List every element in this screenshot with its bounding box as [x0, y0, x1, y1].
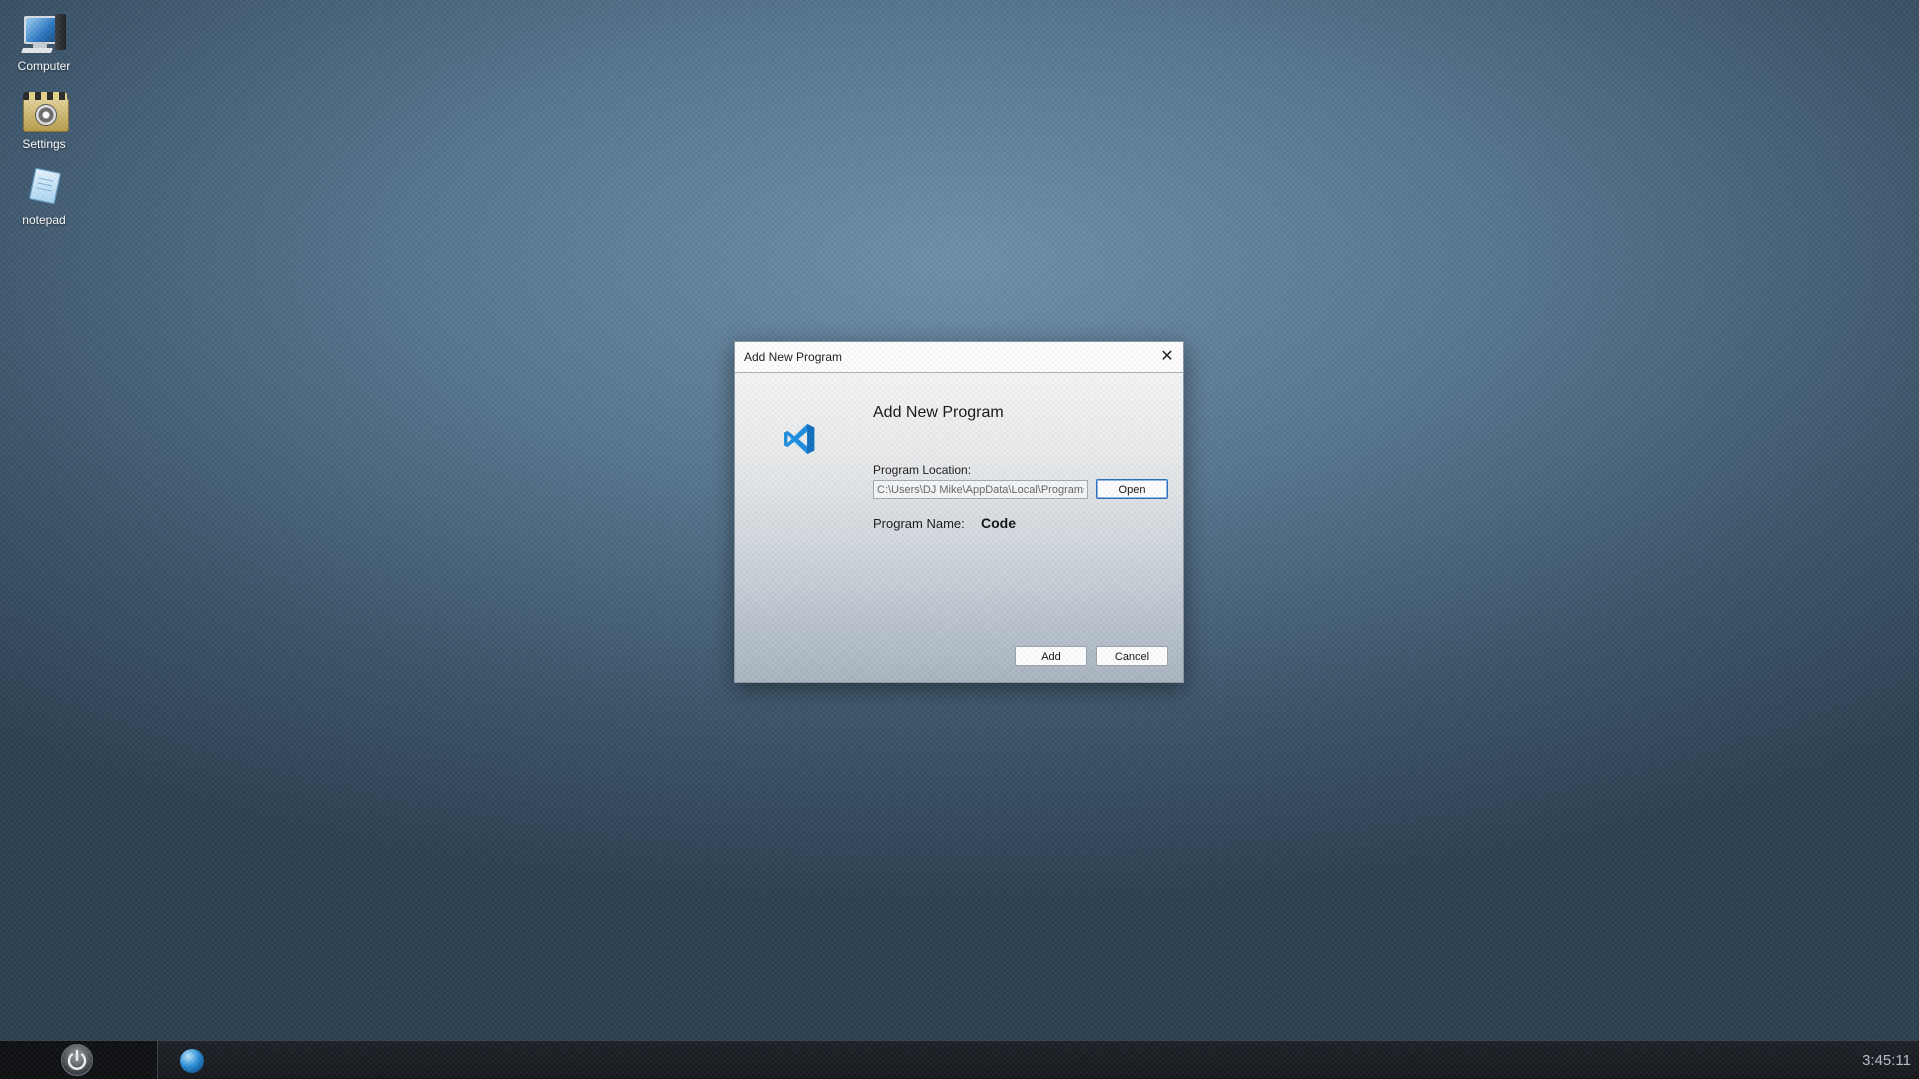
computer-icon — [20, 12, 68, 56]
add-program-dialog: Add New Program ✕ Add New Program Progra… — [734, 341, 1184, 683]
program-location-label: Program Location: — [873, 463, 972, 477]
dialog-title: Add New Program — [744, 350, 843, 364]
cancel-button[interactable]: Cancel — [1096, 646, 1168, 666]
desktop: Computer Settings notepad Add New Progra… — [0, 0, 1919, 1079]
desktop-icon-computer[interactable]: Computer — [6, 12, 82, 73]
close-icon: ✕ — [1160, 348, 1174, 365]
power-button[interactable] — [61, 1044, 93, 1076]
open-button[interactable]: Open — [1096, 479, 1168, 499]
dialog-heading: Add New Program — [873, 404, 1004, 421]
program-name-value: Code — [981, 515, 1016, 531]
desktop-icon-notepad[interactable]: notepad — [6, 166, 82, 227]
desktop-icon-settings[interactable]: Settings — [6, 90, 82, 151]
globe-icon[interactable] — [180, 1049, 204, 1073]
notepad-icon — [20, 166, 68, 210]
desktop-icon-label: notepad — [22, 213, 66, 227]
close-button[interactable]: ✕ — [1157, 347, 1177, 367]
add-button[interactable]: Add — [1015, 646, 1087, 666]
power-icon — [67, 1049, 87, 1070]
desktop-icon-label: Settings — [22, 137, 66, 151]
program-location-input[interactable] — [873, 480, 1088, 499]
start-area — [0, 1041, 158, 1079]
program-name-label: Program Name: — [873, 516, 965, 531]
desktop-icon-label: Computer — [17, 59, 71, 73]
settings-icon — [20, 90, 69, 134]
vscode-icon — [784, 424, 815, 454]
taskbar: 3:45:11 — [0, 1040, 1919, 1079]
taskbar-clock: 3:45:11 — [1862, 1052, 1911, 1069]
dialog-titlebar[interactable]: Add New Program ✕ — [735, 342, 1183, 373]
